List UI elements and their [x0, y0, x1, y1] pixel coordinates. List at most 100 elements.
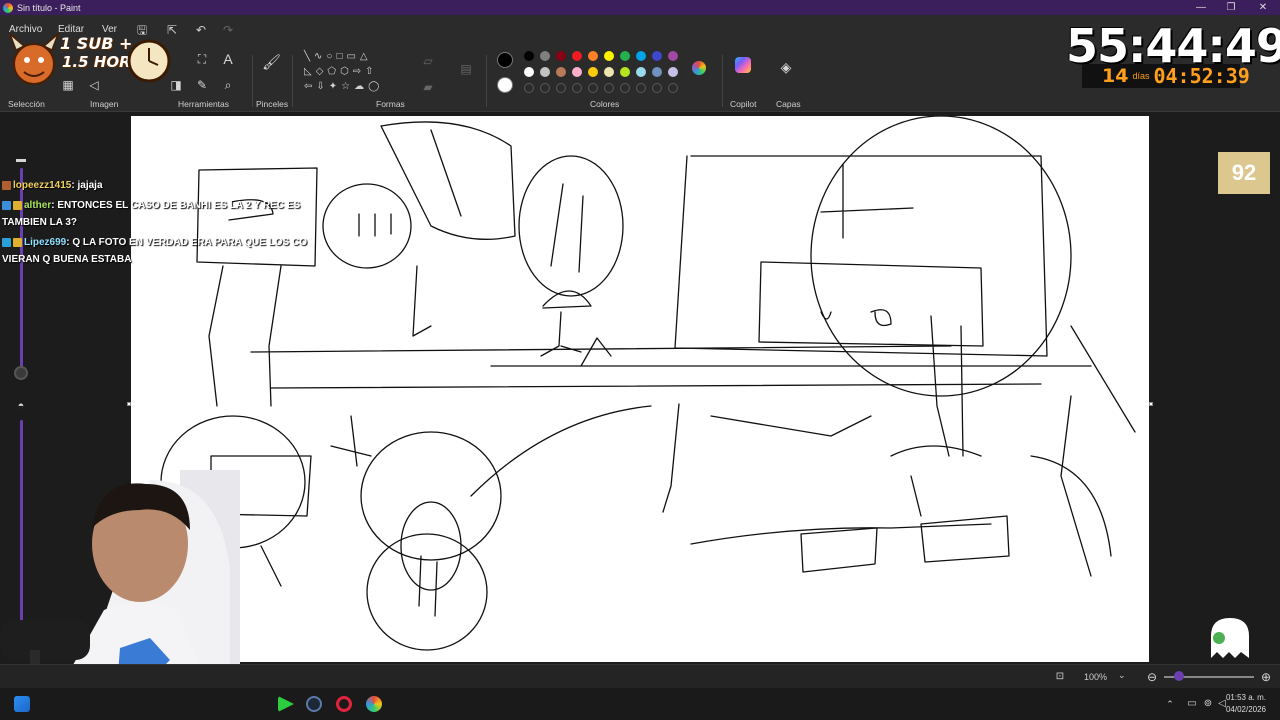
fill-icon[interactable]: ▰: [420, 79, 436, 95]
zoom-out-icon[interactable]: ⊖: [1144, 669, 1160, 685]
palette-swatch[interactable]: [540, 67, 550, 77]
size-icon: ▬: [16, 154, 26, 165]
window-title: Sin título - Paint: [17, 2, 81, 13]
palette-swatch[interactable]: [540, 51, 550, 61]
palette-swatch[interactable]: [572, 51, 582, 61]
palette-swatch[interactable]: [572, 67, 582, 77]
custom-color-slot[interactable]: [636, 83, 646, 93]
close-button[interactable]: ✕: [1248, 0, 1278, 15]
devil-mascot-icon: [9, 33, 59, 85]
custom-color-slot[interactable]: [524, 83, 534, 93]
badge-line-1: 1 SUB +: [60, 34, 133, 53]
group-label-tools: Herramientas: [178, 99, 230, 109]
palette-swatch[interactable]: [668, 67, 678, 77]
palette-swatch[interactable]: [668, 51, 678, 61]
drawing-canvas[interactable]: [131, 116, 1149, 662]
canvas-resize-handle-right[interactable]: [1149, 402, 1153, 406]
clock-icon: [127, 39, 171, 83]
outline-icon[interactable]: ▱: [420, 53, 436, 69]
shape-style-icon[interactable]: ▤: [458, 61, 474, 77]
zoom-dropdown-icon[interactable]: ⌄: [1118, 670, 1126, 681]
chat-message: lopeezz1415: jajaja: [2, 180, 103, 191]
chat-badge-icon: [2, 180, 11, 190]
edit-colors-icon[interactable]: [691, 61, 707, 77]
palette-swatch[interactable]: [524, 51, 534, 61]
chat-badge-icon: [13, 200, 22, 210]
brush-size-slider-thumb[interactable]: [14, 366, 28, 380]
palette-swatch[interactable]: [652, 67, 662, 77]
streamer-webcam-illustration: [0, 470, 240, 688]
shapes-row-2: ◺◇⬠⬡⇨⇧: [304, 66, 378, 77]
steam-icon[interactable]: [306, 696, 322, 712]
paint-taskbar-icon[interactable]: [366, 696, 382, 712]
title-bar: Sin título - Paint — ❐ ✕: [0, 0, 1280, 15]
brush-icon[interactable]: 🖌: [262, 55, 281, 71]
counter-badge: 92: [1218, 152, 1270, 194]
tray-chevron-icon[interactable]: ⌃: [1162, 696, 1178, 712]
zoom-in-icon[interactable]: ⊕: [1258, 669, 1274, 685]
color-picker-icon[interactable]: ✎: [194, 77, 210, 93]
copilot-icon[interactable]: [734, 57, 752, 75]
layers-icon[interactable]: ◈: [778, 59, 794, 75]
brush-size-slider-track[interactable]: [20, 168, 23, 373]
custom-color-slot[interactable]: [620, 83, 630, 93]
play-app-icon[interactable]: [278, 696, 294, 712]
palette-swatch[interactable]: [636, 51, 646, 61]
minimize-button[interactable]: —: [1186, 0, 1216, 15]
clock-time[interactable]: 01:53 a. m.: [1220, 693, 1266, 702]
magnifier-icon[interactable]: ⌕: [220, 77, 236, 93]
custom-color-slot[interactable]: [588, 83, 598, 93]
opera-icon[interactable]: [336, 696, 352, 712]
subathon-timer: 55:44:49: [1066, 19, 1280, 73]
palette-swatch[interactable]: [556, 51, 566, 61]
palette-swatch[interactable]: [604, 67, 614, 77]
days-word: días: [1132, 71, 1150, 81]
custom-color-slot[interactable]: [668, 83, 678, 93]
palette-swatch[interactable]: [620, 51, 630, 61]
group-label-colors: Colores: [590, 99, 620, 109]
palette-swatch[interactable]: [588, 67, 598, 77]
palette-swatch[interactable]: [604, 51, 614, 61]
group-label-selection: Selección: [8, 99, 45, 109]
primary-color-swatch[interactable]: [497, 52, 513, 68]
palette-swatch[interactable]: [524, 67, 534, 77]
chat-badge-icon: [2, 237, 11, 247]
text-tool-icon[interactable]: A: [220, 51, 236, 67]
palette-swatch[interactable]: [636, 67, 646, 77]
network-icon[interactable]: ▭: [1184, 696, 1200, 712]
sub-timer: 14 días 04:52:39: [1082, 64, 1250, 88]
fit-to-window-icon[interactable]: ⊡: [1052, 669, 1068, 685]
custom-color-slot[interactable]: [652, 83, 662, 93]
custom-color-slot[interactable]: [540, 83, 550, 93]
status-bar: ⊡ 100% ⌄ ⊖ ⊕: [0, 664, 1280, 688]
windows-start-icon[interactable]: [14, 696, 30, 712]
fill-bucket-icon[interactable]: ⛶: [194, 51, 210, 67]
group-label-copilot: Copilot: [730, 99, 757, 109]
custom-color-slot[interactable]: [604, 83, 614, 93]
group-label-image: Imagen: [90, 99, 119, 109]
chat-badge-icon: [13, 237, 22, 247]
redo-icon[interactable]: ↷: [220, 22, 236, 38]
paint-app-icon: [3, 2, 13, 13]
group-label-brushes: Pinceles: [256, 99, 289, 109]
maximize-button[interactable]: ❐: [1216, 0, 1246, 15]
zoom-slider-thumb[interactable]: [1174, 671, 1184, 681]
custom-color-slot[interactable]: [556, 83, 566, 93]
ghost-icon: [1211, 618, 1249, 658]
chat-message-continuation: TAMBIEN LA 3?: [2, 217, 77, 228]
palette-swatch[interactable]: [556, 67, 566, 77]
undo-icon[interactable]: ↶: [193, 22, 209, 38]
canvas-resize-handle-left[interactable]: [127, 402, 131, 406]
palette-swatch[interactable]: [588, 51, 598, 61]
secondary-color-swatch[interactable]: [497, 77, 513, 93]
doodle-drawing: [160, 116, 1136, 651]
chat-message-continuation: VIERAN Q BUENA ESTABA: [2, 254, 132, 265]
clock-date[interactable]: 04/02/2026: [1220, 705, 1266, 714]
palette-swatch[interactable]: [652, 51, 662, 61]
zoom-level: 100%: [1084, 672, 1108, 682]
group-label-layers: Capas: [776, 99, 801, 109]
sub-promo-badge: 1 SUB + 1.5 HORAS!: [2, 28, 182, 90]
palette-swatch[interactable]: [620, 67, 630, 77]
taskbar: ⌃ ▭ ⊚ ◁ 01:53 a. m. 04/02/2026: [0, 688, 1280, 720]
custom-color-slot[interactable]: [572, 83, 582, 93]
